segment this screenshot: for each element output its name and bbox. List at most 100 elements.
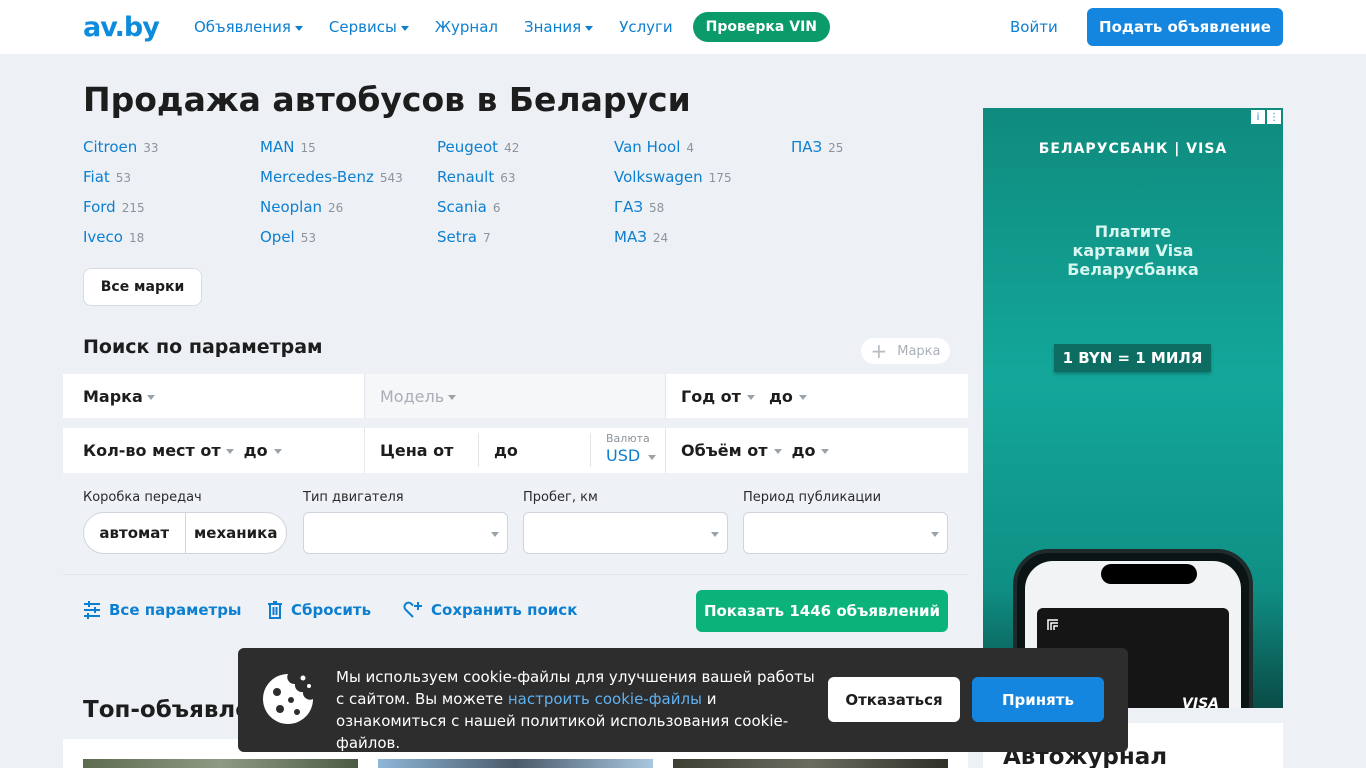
- gearbox-manual-button[interactable]: механика: [184, 513, 287, 553]
- year-from-select[interactable]: Год от: [681, 387, 755, 406]
- nav-item-listings[interactable]: Объявления: [194, 18, 303, 36]
- brand-link[interactable]: Renault 63: [437, 168, 516, 186]
- nav-item-services-paid[interactable]: Услуги: [619, 18, 672, 36]
- volume-to-select[interactable]: до: [792, 441, 830, 460]
- brand-count: 25: [828, 141, 844, 155]
- site-logo[interactable]: av.by: [83, 12, 160, 43]
- volume-to-label: до: [791, 441, 816, 460]
- contactless-icon: [1047, 619, 1058, 630]
- add-brand-button[interactable]: + Марка: [861, 338, 950, 364]
- brand-link[interactable]: MAN 15: [260, 138, 316, 156]
- engine-label: Тип двигателя: [303, 490, 404, 505]
- listing-card-image[interactable]: [83, 759, 358, 768]
- cookie-decline-button[interactable]: Отказаться: [828, 677, 960, 722]
- brand-link[interactable]: Van Hool 4: [614, 138, 694, 156]
- vin-check-button[interactable]: Проверка VIN: [692, 12, 830, 42]
- brand-count: 33: [143, 141, 159, 155]
- reset-label: Сбросить: [291, 601, 372, 619]
- brand-link[interactable]: Neoplan 26: [260, 198, 343, 216]
- chevron-down-icon: [273, 449, 282, 454]
- brand-link[interactable]: Ford 215: [83, 198, 145, 216]
- chevron-down-icon: [585, 25, 594, 31]
- gearbox-automatic-button[interactable]: автомат: [84, 513, 185, 553]
- chevron-down-icon: [400, 25, 409, 31]
- ad-slogan-line: картами Visa: [1072, 241, 1194, 260]
- brand-link[interactable]: ГАЗ 58: [614, 198, 664, 216]
- volume-from-label: Объём от: [681, 441, 768, 460]
- save-search-button[interactable]: Сохранить поиск: [403, 601, 577, 619]
- year-range: Год от до: [665, 374, 968, 418]
- cookie-settings-link[interactable]: настроить cookie-файлы: [508, 690, 702, 708]
- reset-button[interactable]: Сбросить: [267, 601, 371, 619]
- all-params-button[interactable]: Все параметры: [83, 601, 242, 619]
- nav-item-knowledge[interactable]: Знания: [524, 18, 594, 36]
- volume-from-select[interactable]: Объём от: [681, 441, 782, 460]
- more-icon[interactable]: ⋮: [1267, 110, 1281, 124]
- nav-item-services[interactable]: Сервисы: [329, 18, 409, 36]
- brand-link[interactable]: Citroen 33: [83, 138, 159, 156]
- advertisement-banner[interactable]: i ⋮ БЕЛАРУСБАНК | VISA Платите картами V…: [983, 108, 1283, 708]
- all-params-label: Все параметры: [109, 601, 242, 619]
- brand-name: ПАЗ: [791, 138, 823, 156]
- show-results-button[interactable]: Показать 1446 объявлений: [696, 590, 948, 632]
- add-brand-label: Марка: [897, 343, 941, 359]
- cookie-text: Мы используем cookie-файлы для улучшения…: [336, 666, 816, 754]
- info-icon[interactable]: i: [1251, 110, 1265, 124]
- trash-icon: [268, 601, 282, 619]
- brand-link[interactable]: Setra 7: [437, 228, 491, 246]
- brand-link[interactable]: Iveco 18: [83, 228, 144, 246]
- brand-count: 24: [652, 231, 669, 245]
- cookie-accept-button[interactable]: Принять: [972, 677, 1104, 722]
- brand-count: 26: [328, 201, 344, 215]
- nav-item-journal[interactable]: Журнал: [435, 18, 498, 36]
- brand-link[interactable]: Opel 53: [260, 228, 316, 246]
- cookie-banner: Мы используем cookie-файлы для улучшения…: [238, 648, 1128, 752]
- post-ad-button[interactable]: Подать объявление: [1087, 8, 1283, 46]
- listing-card-image[interactable]: [673, 759, 948, 768]
- ad-slogan-line: Беларусбанка: [1067, 260, 1199, 279]
- seats-to-select[interactable]: до: [244, 441, 282, 460]
- listing-card-image[interactable]: [378, 759, 653, 768]
- brand-select[interactable]: Марка: [63, 374, 364, 418]
- nav-label: Услуги: [619, 18, 673, 36]
- brand-link[interactable]: МАЗ 24: [614, 228, 668, 246]
- chevron-down-icon: [931, 532, 939, 537]
- plus-icon: +: [870, 339, 888, 363]
- price-to-input[interactable]: до: [478, 433, 590, 467]
- site-header: av.by Объявления Сервисы Журнал Знания У…: [0, 0, 1366, 54]
- nav-label: Сервисы: [328, 18, 397, 36]
- mileage-label: Пробег, км: [523, 490, 598, 505]
- model-select[interactable]: Модель: [364, 374, 665, 418]
- brand-link[interactable]: ПАЗ 25: [791, 138, 843, 156]
- currency-select[interactable]: Валюта USD: [590, 433, 665, 467]
- price-from-label: Цена от: [380, 441, 454, 460]
- seats-from-select[interactable]: Кол-во мест от: [83, 441, 234, 460]
- brand-name: Citroen: [83, 138, 138, 156]
- price-from-input[interactable]: Цена от: [364, 428, 478, 473]
- brand-link[interactable]: Mercedes-Benz 543: [260, 168, 403, 186]
- period-select[interactable]: [743, 512, 948, 554]
- gearbox-label: Коробка передач: [83, 490, 202, 505]
- all-brands-button[interactable]: Все марки: [83, 268, 202, 306]
- chevron-down-icon: [294, 25, 303, 31]
- search-row-1: Марка Модель Год от до: [63, 374, 968, 418]
- model-select-label: Модель: [380, 386, 445, 406]
- brand-link[interactable]: Peugeot 42: [437, 138, 519, 156]
- chevron-down-icon: [821, 449, 830, 454]
- chevron-down-icon: [773, 449, 782, 454]
- brand-link[interactable]: Volkswagen 175: [614, 168, 732, 186]
- nav-label: Объявления: [194, 18, 291, 36]
- brand-name: MAN: [260, 138, 295, 156]
- brand-link[interactable]: Fiat 53: [83, 168, 131, 186]
- chevron-down-icon: [648, 454, 657, 460]
- brand-name: Volkswagen: [614, 168, 703, 186]
- year-to-select[interactable]: до: [769, 387, 807, 406]
- main-nav: Объявления Сервисы Журнал Знания Услуги …: [194, 0, 830, 54]
- mileage-select[interactable]: [523, 512, 728, 554]
- brand-link[interactable]: Scania 6: [437, 198, 500, 216]
- login-link[interactable]: Войти: [1010, 18, 1058, 36]
- year-from-label: Год от: [681, 386, 741, 406]
- brand-count: 42: [504, 141, 520, 155]
- engine-select[interactable]: [303, 512, 508, 554]
- chevron-down-icon: [448, 394, 457, 400]
